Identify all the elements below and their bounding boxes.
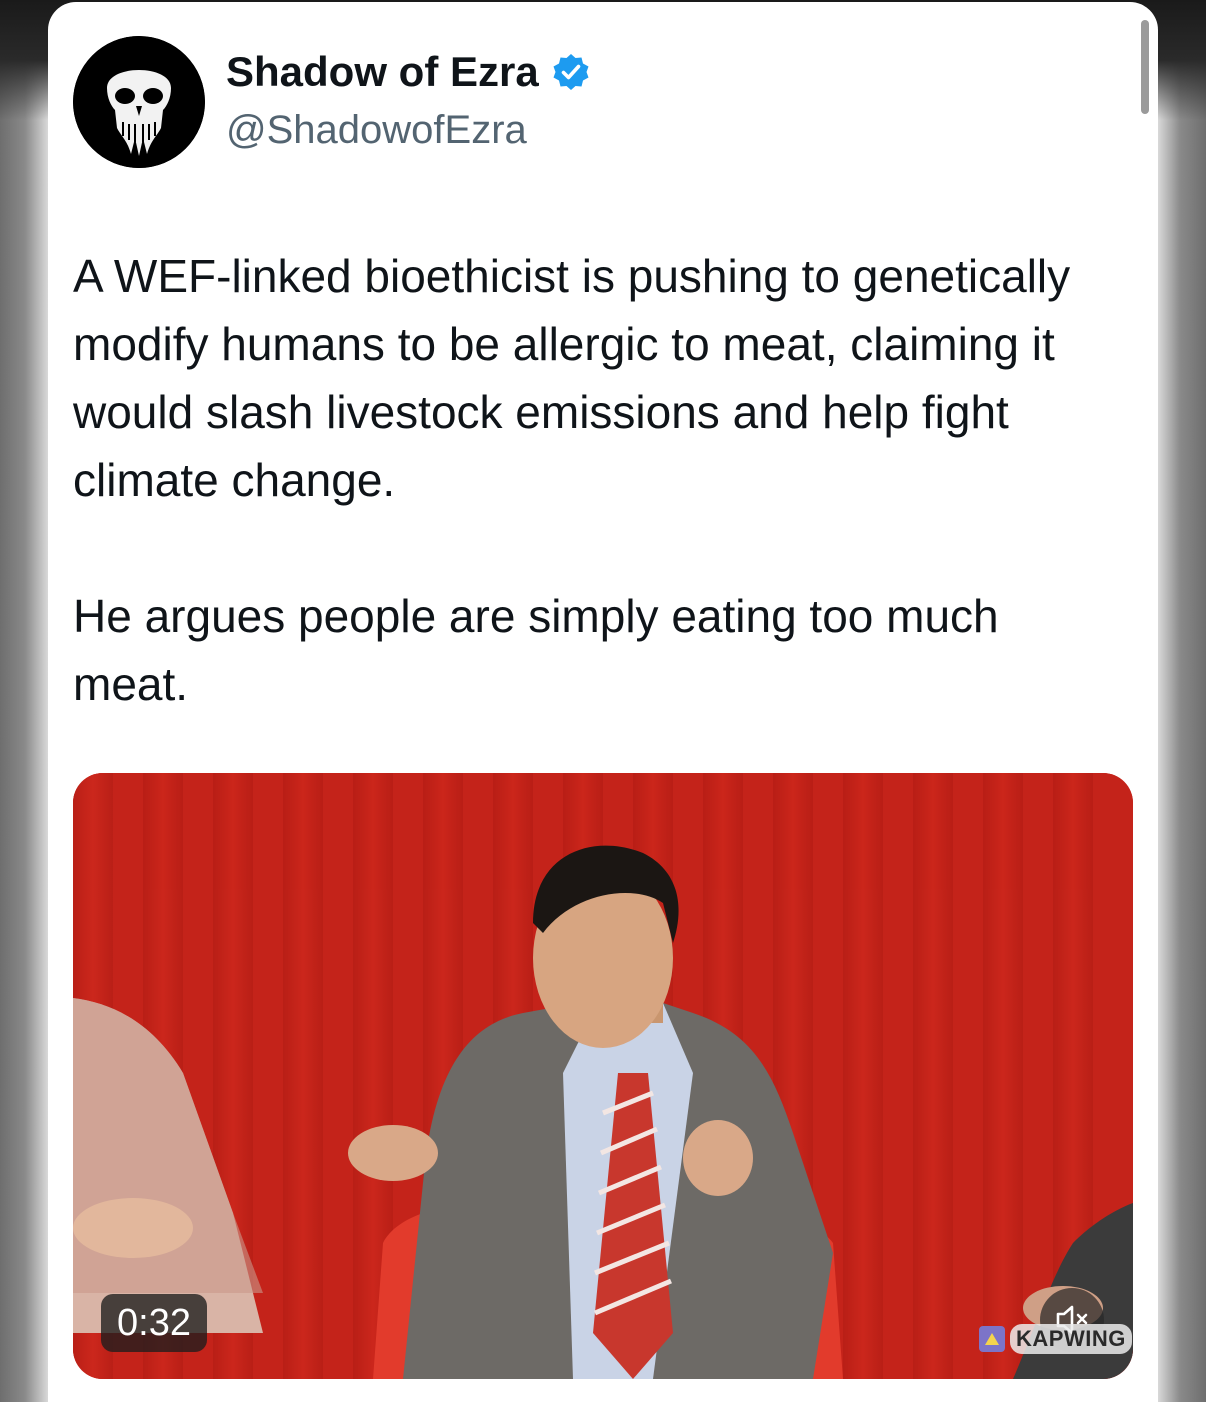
skull-logo-icon: [73, 36, 205, 168]
avatar[interactable]: [73, 36, 205, 168]
tweet-paragraph-1: A WEF-linked bioethicist is pushing to g…: [73, 250, 1071, 506]
watermark-text: KAPWING: [1010, 1324, 1132, 1354]
video-duration-badge: 0:32: [101, 1294, 207, 1352]
tweet-paragraph-2: He argues people are simply eating too m…: [73, 590, 999, 710]
handle[interactable]: @ShadowofEzra: [226, 108, 527, 153]
video-frame-image: [73, 773, 1133, 1379]
kapwing-logo-icon: [979, 1326, 1005, 1352]
display-name-row[interactable]: Shadow of Ezra: [226, 48, 591, 96]
display-name[interactable]: Shadow of Ezra: [226, 48, 539, 96]
watermark: KAPWING: [978, 1322, 1132, 1356]
tweet-text: A WEF-linked bioethicist is pushing to g…: [73, 242, 1113, 786]
scrollbar[interactable]: [1141, 20, 1149, 114]
video-player[interactable]: [73, 773, 1133, 1379]
verified-badge-icon: [553, 54, 589, 90]
